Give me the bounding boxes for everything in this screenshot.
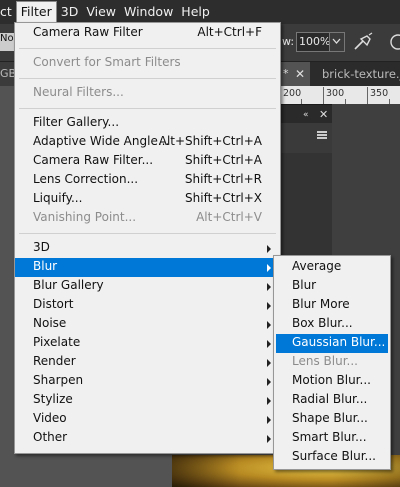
menu-item-3d[interactable]: 3D [15,239,280,258]
menu-item-sharpen[interactable]: Sharpen [15,372,280,391]
submenu-arrow-icon [267,264,271,272]
menu-item-other[interactable]: Other [15,429,280,448]
submenu-item-radial-blur[interactable]: Radial Blur... [274,391,390,410]
menubar-item-help[interactable]: Help [177,1,214,23]
submenu-item-box-blur[interactable]: Box Blur... [274,315,390,334]
document-tab-left[interactable]: GB [0,62,14,86]
submenu-arrow-icon [267,435,271,443]
submenu-arrow-icon [267,283,271,291]
menu-item-vanishing-point: Vanishing Point... Alt+Ctrl+V [33,210,262,224]
submenu-arrow-icon [267,245,271,253]
menubar-item-3d[interactable]: 3D [57,1,83,23]
menubar-item-view[interactable]: View [82,1,120,23]
pressure-size-icon[interactable] [388,32,400,52]
submenu-item-lens-blur: Lens Blur... [292,354,358,368]
submenu-arrow-icon [267,397,271,405]
menu-item-liquify[interactable]: Liquify... Shift+Ctrl+X [15,190,280,209]
submenu-item-shape-blur[interactable]: Shape Blur... [274,410,390,429]
menu-item-camera-raw-filter-dialog[interactable]: Camera Raw Filter... Shift+Ctrl+A [15,152,280,171]
flow-dropdown-button[interactable] [329,32,345,52]
flow-label: w: [282,35,295,48]
flow-value-input[interactable]: 100% [296,32,330,52]
menu-separator [19,233,276,234]
collapse-panel-icon[interactable]: « [303,110,309,120]
menu-item-noise[interactable]: Noise [15,315,280,334]
menu-item-stylize[interactable]: Stylize [15,391,280,410]
menu-item-render[interactable]: Render [15,353,280,372]
unsaved-indicator: * [283,67,289,80]
menu-separator [19,108,276,109]
ruler-label: 200 [283,88,302,99]
chevron-down-icon [332,38,341,44]
menu-item-blur[interactable]: Blur [15,258,280,277]
panel-menu-icon[interactable] [317,131,327,139]
submenu-arrow-icon [267,302,271,310]
menubar-item-window[interactable]: Window [120,1,177,23]
submenu-item-blur-more[interactable]: Blur More [274,296,390,315]
submenu-item-gaussian-blur[interactable]: Gaussian Blur... [276,334,388,353]
submenu-arrow-icon [267,340,271,348]
submenu-arrow-icon [267,359,271,367]
ruler-tick [367,87,368,104]
ruler-label: 300 [326,88,345,99]
menubar-item-filter[interactable]: Filter [15,1,57,23]
menu-item-camera-raw-filter[interactable]: Camera Raw Filter Alt+Ctrl+F [15,24,280,43]
menu-separator [19,48,276,49]
horizontal-ruler: 200 300 350 [280,86,400,105]
ruler-tick [323,87,324,104]
submenu-arrow-icon [267,378,271,386]
submenu-item-surface-blur[interactable]: Surface Blur... [274,448,390,467]
close-panel-icon[interactable]: ✕ [319,108,328,121]
menu-item-video[interactable]: Video [15,410,280,429]
submenu-arrow-icon [267,321,271,329]
document-tab-active[interactable]: * ✕ [280,62,310,86]
menu-item-distort[interactable]: Distort [15,296,280,315]
menu-item-lens-correction[interactable]: Lens Correction... Shift+Ctrl+R [15,171,280,190]
ruler-label: 350 [370,88,389,99]
menu-bar: ct Filter 3D View Window Help [0,0,400,24]
airbrush-icon[interactable] [352,32,374,52]
menu-separator [19,78,276,79]
blend-mode-select[interactable]: Nor [0,33,14,51]
submenu-item-smart-blur[interactable]: Smart Blur... [274,429,390,448]
submenu-item-average[interactable]: Average [274,258,390,277]
menu-item-neural-filters: Neural Filters... [33,85,124,99]
menubar-item-select[interactable]: ct [0,1,16,23]
submenu-item-motion-blur[interactable]: Motion Blur... [274,372,390,391]
blur-submenu: Average Blur Blur More Box Blur... Gauss… [273,255,391,470]
close-icon[interactable]: ✕ [295,62,305,86]
menu-item-pixelate[interactable]: Pixelate [15,334,280,353]
filter-menu: Camera Raw Filter Alt+Ctrl+F Convert for … [14,22,281,454]
menu-item-blur-gallery[interactable]: Blur Gallery [15,277,280,296]
submenu-arrow-icon [267,416,271,424]
document-tab-brick-texture[interactable]: brick-texture.jp [322,62,400,86]
submenu-item-blur[interactable]: Blur [274,277,390,296]
menu-item-filter-gallery[interactable]: Filter Gallery... [15,114,280,133]
menu-item-adaptive-wide-angle[interactable]: Adaptive Wide Angle... Alt+Shift+Ctrl+A [15,133,280,152]
menu-item-convert-smart-filters: Convert for Smart Filters [33,55,181,69]
